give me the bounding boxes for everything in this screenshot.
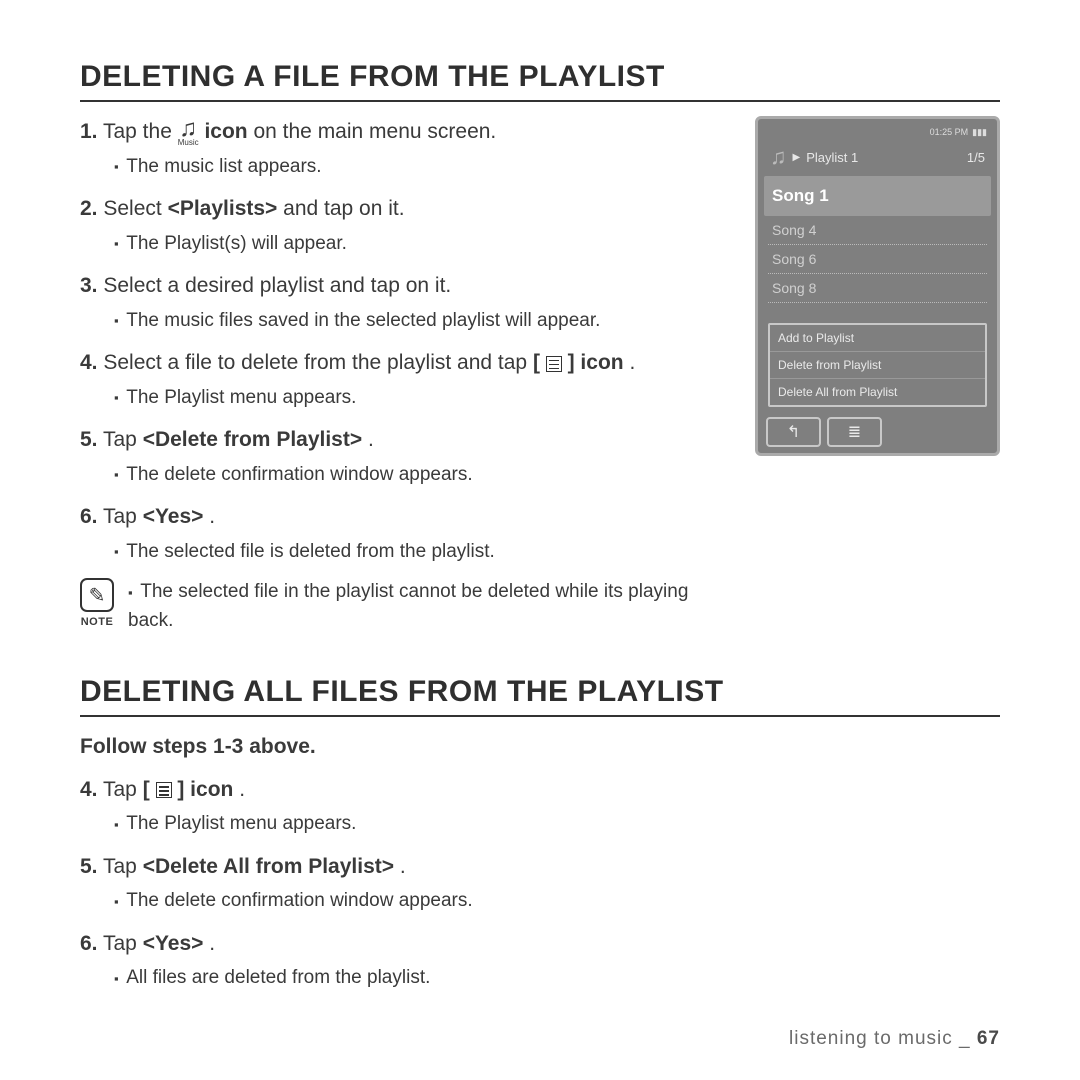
step-4: 4. Select a file to delete from the play… [80,347,735,380]
s2-step-5-text-c: . [400,855,406,878]
step-2-text-b: <Playlists> [168,197,278,220]
music-icon: ♫ Music [178,117,199,147]
device-song-selected[interactable]: Song 1 [764,176,991,216]
step-3: 3. Select a desired playlist and tap on … [80,270,735,303]
device-play-icon: ▶ [793,152,801,163]
menu-icon [156,782,172,798]
s2-step-4-text-d: . [239,778,245,801]
step-6-text-c: . [209,505,215,528]
step-3-text: Select a desired playlist and tap on it. [103,274,451,297]
follow-steps-text: Follow steps 1-3 above. [80,735,316,758]
section-1-body: 1. Tap the ♫ Music icon on the main menu… [80,116,735,665]
device-menu-button[interactable]: ≣ [827,417,882,447]
step-4-text-a: Select a file to delete from the playlis… [103,351,533,374]
step-1-sub: The music list appears. [114,153,735,182]
step-3-sub: The music files saved in the selected pl… [114,307,735,336]
s2-step-4: 4. Tap [ ] icon . [80,774,1000,807]
step-4-text-d: . [629,351,635,374]
section-2-title: DELETING ALL FILES FROM THE PLAYLIST [80,675,1000,717]
s2-step-6-text-a: Tap [103,932,143,955]
device-context-menu: Add to Playlist Delete from Playlist Del… [768,323,987,407]
device-time: 01:25 PM [930,127,969,138]
s2-step-6-text-b: <Yes> [143,932,204,955]
s2-step-5-text-b: <Delete All from Playlist> [143,855,394,878]
note-text: The selected file in the playlist cannot… [128,578,735,635]
device-screenshot: 01:25 PM ▮▮▮ ♫ ▶ Playlist 1 1/5 Song 1 S… [755,116,1000,456]
step-4-text-c: ] icon [568,351,624,374]
device-track-count: 1/5 [967,150,985,165]
page-number: 67 [977,1028,1000,1049]
s2-step-6-sub: All files are deleted from the playlist. [114,964,1000,993]
s2-step-6: 6. Tap <Yes> . [80,928,1000,961]
s2-step-5-num: 5. [80,855,98,878]
s2-step-4-text-c: ] icon [177,778,233,801]
step-6-text-b: <Yes> [143,505,204,528]
step-1-text-a: Tap the [103,120,178,143]
device-song-row[interactable]: Song 8 [768,274,987,303]
step-5-num: 5. [80,428,98,451]
note-block: ✎ NOTE The selected file in the playlist… [80,578,735,635]
s2-step-4-text-a: Tap [103,778,143,801]
step-2: 2. Select <Playlists> and tap on it. [80,193,735,226]
s2-step-6-text-c: . [209,932,215,955]
s2-step-5-sub: The delete confirmation window appears. [114,887,1000,916]
device-song-row[interactable]: Song 4 [768,216,987,245]
page-footer: listening to music _ 67 [789,1028,1000,1050]
step-4-text-b: [ [533,351,546,374]
s2-step-4-text-b: [ [143,778,156,801]
device-status-bar: 01:25 PM ▮▮▮ [764,125,991,140]
step-1-num: 1. [80,120,98,143]
step-5-text-b: <Delete from Playlist> [143,428,362,451]
section-1-title: DELETING A FILE FROM THE PLAYLIST [80,60,1000,102]
step-1-text-c: on the main menu screen. [253,120,496,143]
note-icon: ✎ NOTE [80,578,114,628]
step-2-num: 2. [80,197,98,220]
footer-text: listening to music _ [789,1028,977,1049]
menu-delete-all-from-playlist[interactable]: Delete All from Playlist [770,379,985,405]
menu-add-to-playlist[interactable]: Add to Playlist [770,325,985,352]
step-2-text-a: Select [103,197,167,220]
music-icon-label: Music [178,139,199,147]
step-4-num: 4. [80,351,98,374]
follow-steps: Follow steps 1-3 above. [80,731,1000,764]
step-6: 6. Tap <Yes> . [80,501,735,534]
menu-icon [546,356,562,372]
step-5: 5. Tap <Delete from Playlist> . [80,424,735,457]
s2-step-5: 5. Tap <Delete All from Playlist> . [80,851,1000,884]
step-6-num: 6. [80,505,98,528]
device-music-icon: ♫ [770,144,787,170]
menu-delete-from-playlist[interactable]: Delete from Playlist [770,352,985,379]
step-2-text-c: and tap on it. [283,197,404,220]
step-6-text-a: Tap [103,505,143,528]
pencil-icon: ✎ [80,578,114,612]
device-footer: ↰ ≣ [766,417,989,447]
step-2-sub: The Playlist(s) will appear. [114,230,735,259]
step-5-text-c: . [368,428,374,451]
s2-step-4-sub: The Playlist menu appears. [114,810,1000,839]
note-label: NOTE [80,616,114,628]
s2-step-6-num: 6. [80,932,98,955]
s2-step-5-text-a: Tap [103,855,143,878]
step-1: 1. Tap the ♫ Music icon on the main menu… [80,116,735,149]
device-header: ♫ ▶ Playlist 1 1/5 [764,140,991,174]
battery-icon: ▮▮▮ [972,127,987,138]
step-4-sub: The Playlist menu appears. [114,384,735,413]
step-5-text-a: Tap [103,428,143,451]
device-song-row[interactable]: Song 6 [768,245,987,274]
device-back-button[interactable]: ↰ [766,417,821,447]
step-6-sub: The selected file is deleted from the pl… [114,538,735,567]
step-3-num: 3. [80,274,98,297]
s2-step-4-num: 4. [80,778,98,801]
device-playlist-name: Playlist 1 [806,150,858,165]
step-5-sub: The delete confirmation window appears. [114,461,735,490]
step-1-text-b: icon [204,120,247,143]
